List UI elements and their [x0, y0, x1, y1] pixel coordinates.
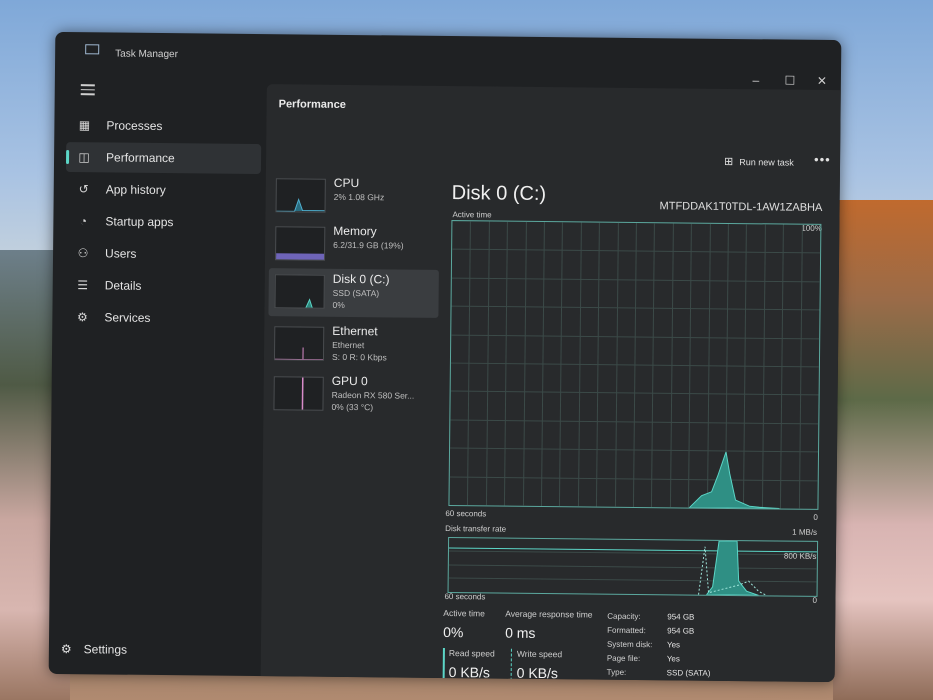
transfer-rate-graph — [447, 537, 819, 597]
sidebar-item-label: Services — [104, 310, 151, 325]
prop-page-file-value: Yes — [666, 654, 680, 664]
settings-gear-icon: ⚙ — [60, 641, 72, 657]
disk-model: MTFDDAK1T0TDL-1AW1ZABHA — [659, 200, 823, 214]
resource-usage: S: 0 R: 0 Kbps — [331, 351, 387, 363]
sidebar-item-startup-apps[interactable]: ◔ Startup apps — [65, 206, 260, 238]
processes-icon: ▦ — [78, 118, 91, 133]
disk-stats: Active time 0% Average response time 0 m… — [442, 607, 824, 682]
sidebar-item-users[interactable]: ⚇ Users — [65, 238, 260, 270]
prop-formatted-label: Formatted: — [607, 625, 646, 636]
sidebar-item-label: Processes — [106, 118, 163, 134]
sidebar-item-label: App history — [105, 182, 166, 198]
details-icon: ☰ — [77, 278, 89, 293]
performance-panel: Performance ⊞ Run new task ••• CPU 2% 1.… — [260, 84, 841, 683]
stat-write-speed-label: Write speed — [516, 648, 563, 660]
active-time-graph-svg — [449, 221, 821, 510]
more-options-button[interactable]: ••• — [814, 152, 831, 167]
page-title: Performance — [278, 98, 346, 111]
performance-icon: ◫ — [78, 150, 90, 165]
prop-type-label: Type: — [606, 667, 627, 677]
active-time-graph — [448, 220, 822, 510]
write-speed-indicator — [510, 648, 513, 681]
users-icon: ⚇ — [77, 246, 89, 261]
transfer-rate-seconds-label: 60 seconds — [444, 592, 486, 602]
transfer-rate-graph-svg — [448, 540, 817, 596]
stat-avg-response-label: Average response time — [505, 608, 593, 620]
memory-thumbnail-graph — [275, 226, 326, 261]
transfer-rate-label: Disk transfer rate — [445, 524, 507, 534]
ethernet-thumbnail-graph — [273, 326, 325, 361]
stat-active-time-label: Active time — [443, 607, 485, 619]
disk-thumbnail-graph — [274, 274, 325, 309]
services-icon: ⚙ — [76, 310, 88, 325]
sidebar-item-app-history[interactable]: ↺ App history — [66, 174, 261, 206]
hamburger-menu-icon[interactable] — [80, 84, 95, 98]
prop-system-disk-label: System disk: — [606, 639, 653, 650]
desktop-wallpaper-right — [833, 200, 933, 700]
stat-read-speed-label: Read speed — [448, 648, 495, 659]
minimize-button[interactable]: – — [741, 73, 771, 87]
resource-name: GPU 0 — [331, 373, 368, 389]
sidebar-item-label: Users — [104, 246, 137, 261]
stat-write-speed-value: 0 KB/s — [516, 664, 559, 682]
maximize-button[interactable]: ☐ — [775, 73, 805, 88]
transfer-rate-mid-label: 800 KB/s — [783, 551, 817, 561]
sidebar-item-performance[interactable]: ◫ Performance — [65, 142, 262, 175]
resource-name: Ethernet — [332, 323, 378, 339]
resource-name: Memory — [333, 223, 377, 239]
settings-button[interactable]: ⚙ Settings — [61, 642, 127, 657]
transfer-rate-zero-label: 0 — [812, 595, 817, 605]
sidebar-item-services[interactable]: ⚙ Services — [64, 302, 259, 334]
task-manager-app-icon — [85, 44, 100, 55]
sidebar: ▦ Processes ◫ Performance ↺ App history … — [49, 102, 265, 664]
settings-label: Settings — [83, 642, 128, 657]
resource-memory[interactable]: Memory 6.2/31.9 GB (19%) — [269, 220, 439, 270]
resource-usage: 0% — [332, 299, 345, 310]
active-time-seconds-label: 60 seconds — [445, 509, 487, 519]
active-time-graph-label: Active time — [452, 210, 492, 220]
resource-usage: 0% (33 °C) — [331, 401, 374, 413]
resource-list: CPU 2% 1.08 GHz Memory 6.2/31.9 GB (19%)… — [261, 172, 442, 678]
resource-detail: 6.2/31.9 GB (19%) — [333, 239, 404, 251]
app-history-icon: ↺ — [78, 182, 89, 197]
sidebar-item-label: Details — [104, 278, 142, 293]
transfer-rate-max-label: 1 MB/s — [792, 527, 818, 537]
prop-page-file-label: Page file: — [606, 653, 641, 664]
resource-gpu-0[interactable]: GPU 0 Radeon RX 580 Ser... 0% (33 °C) — [267, 370, 437, 420]
prop-system-disk-value: Yes — [666, 640, 681, 650]
run-task-icon: ⊞ — [723, 155, 734, 169]
sidebar-item-label: Startup apps — [105, 214, 174, 230]
run-task-label: Run new task — [739, 156, 794, 168]
prop-capacity-value: 954 GB — [667, 612, 695, 622]
cpu-thumbnail-graph — [275, 178, 326, 213]
read-speed-indicator — [442, 647, 445, 681]
gpu-thumbnail-graph — [273, 376, 324, 411]
stat-avg-response-value: 0 ms — [505, 624, 536, 641]
active-time-zero-label: 0 — [813, 512, 818, 522]
sidebar-item-label: Performance — [105, 150, 175, 166]
resource-detail: SSD (SATA) — [332, 287, 380, 299]
sidebar-item-details[interactable]: ☰ Details — [65, 270, 260, 302]
prop-capacity-label: Capacity: — [607, 611, 641, 622]
task-manager-window: Task Manager – ☐ ✕ ▦ Processes ◫ Perform… — [48, 31, 842, 683]
stat-read-speed-value: 0 KB/s — [448, 664, 491, 681]
startup-icon: ◔ — [79, 214, 88, 229]
prop-type-value: SSD (SATA) — [666, 668, 711, 678]
run-new-task-button[interactable]: ⊞ Run new task — [724, 155, 794, 169]
title-bar: Task Manager — [55, 32, 841, 84]
resource-name: CPU — [333, 175, 360, 191]
resource-detail: 2% 1.08 GHz — [333, 191, 385, 203]
resource-cpu[interactable]: CPU 2% 1.08 GHz — [269, 172, 439, 222]
prop-formatted-value: 954 GB — [667, 626, 695, 636]
sidebar-item-processes[interactable]: ▦ Processes — [66, 110, 261, 142]
stat-active-time-value: 0% — [443, 623, 464, 641]
close-button[interactable]: ✕ — [807, 74, 837, 88]
disk-title: Disk 0 (C:) — [451, 182, 547, 206]
window-title: Task Manager — [115, 48, 179, 61]
resource-ethernet[interactable]: Ethernet Ethernet S: 0 R: 0 Kbps — [268, 320, 438, 370]
resource-disk-0[interactable]: Disk 0 (C:) SSD (SATA) 0% — [268, 268, 439, 318]
resource-detail: Radeon RX 580 Ser... — [331, 389, 415, 401]
resource-name: Disk 0 (C:) — [332, 271, 390, 287]
resource-detail: Ethernet — [332, 339, 365, 351]
